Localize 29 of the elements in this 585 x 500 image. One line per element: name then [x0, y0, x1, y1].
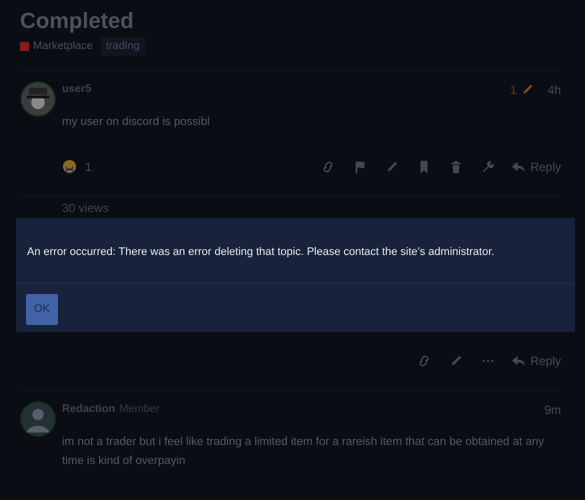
pencil-icon [449, 354, 464, 368]
category-link[interactable]: Marketplace [33, 38, 93, 54]
reply-button[interactable]: Reply [511, 352, 561, 370]
edit-count[interactable]: 1 [510, 80, 517, 98]
reply-icon [511, 353, 526, 368]
username[interactable]: Redaction [62, 401, 116, 418]
link-icon [321, 160, 336, 174]
error-message: An error occurred: There was an error deleting that topic. Please contact the site’s administrator. [26, 245, 496, 260]
tag-link[interactable]: trading [100, 37, 145, 56]
user-title: Member [119, 402, 160, 418]
avatar[interactable] [20, 400, 56, 436]
reply-icon [511, 159, 526, 174]
post-time[interactable]: 4h [548, 80, 561, 98]
post-text: my user on discord is possibl [62, 114, 211, 130]
reaction-count: 1 [85, 158, 92, 176]
post-time[interactable]: 9m [544, 400, 561, 418]
crying-emoji-icon[interactable] [62, 159, 77, 174]
topic-title: Completed [20, 8, 135, 34]
username[interactable]: user5 [62, 81, 92, 98]
pencil-icon[interactable] [520, 83, 534, 96]
flag-icon [353, 160, 368, 174]
wrench-icon [481, 160, 496, 174]
reply-button[interactable]: Reply [511, 158, 561, 176]
avatar[interactable] [20, 80, 56, 116]
ok-button[interactable]: OK [26, 294, 58, 324]
pencil-icon [385, 160, 400, 174]
post-text: im not a trader but i feel like trading a limited item for a rareish item that can be obtained at any time is kind of overpayin [62, 434, 545, 468]
link-icon [417, 354, 432, 368]
trash-icon [449, 160, 464, 174]
